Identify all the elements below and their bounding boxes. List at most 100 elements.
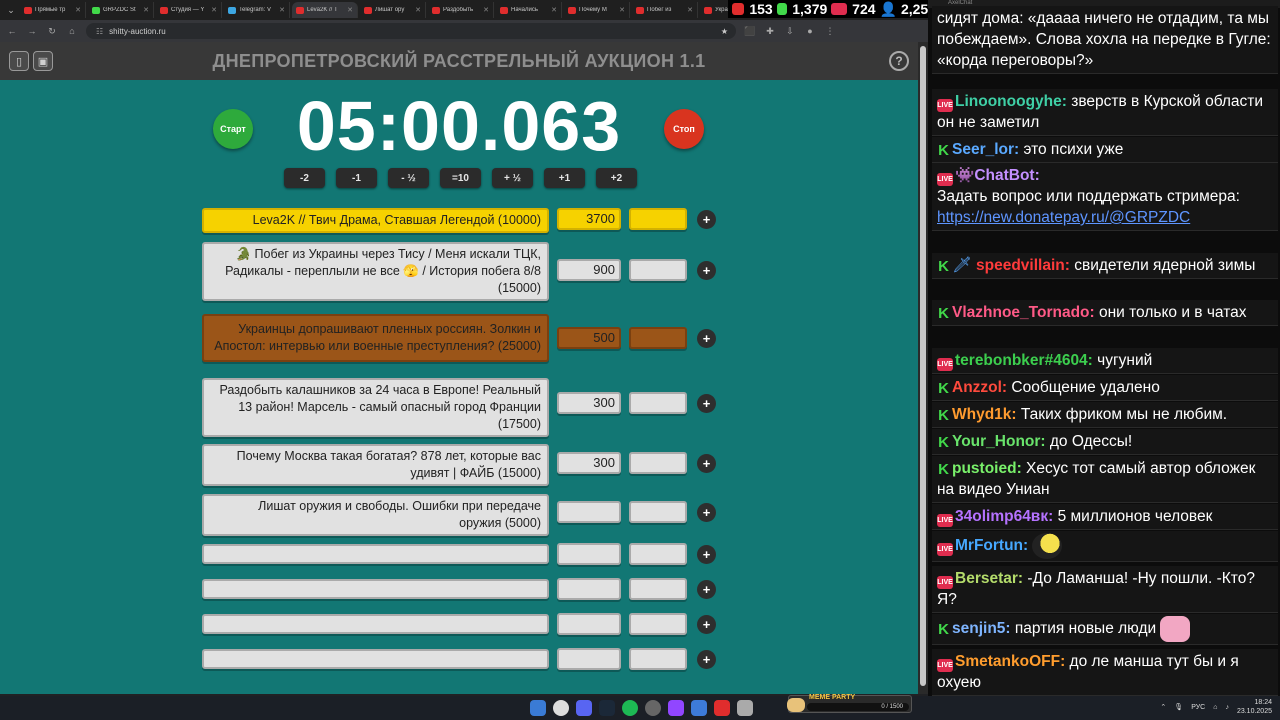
lot-add-amount-field[interactable]	[629, 392, 687, 414]
chat-username[interactable]: senjin5:	[952, 620, 1011, 637]
tab-close-icon[interactable]: ✕	[211, 6, 217, 14]
lot-name-field[interactable]: Почему Москва такая богатая? 878 лет, ко…	[202, 444, 549, 486]
timer-adjust-button[interactable]: - ½	[388, 168, 429, 188]
media-player-icon[interactable]	[691, 700, 707, 716]
lot-add-amount-field[interactable]	[629, 543, 687, 565]
chat-username[interactable]: ChatBot:	[974, 167, 1039, 184]
timer-adjust-button[interactable]: -2	[284, 168, 325, 188]
lot-name-field[interactable]: Раздобыть калашников за 24 часа в Европе…	[202, 378, 549, 437]
site-info-icon[interactable]: ☷	[96, 27, 103, 36]
help-icon[interactable]: ?	[889, 51, 909, 71]
chat-username[interactable]: Bersetar:	[955, 570, 1023, 587]
chat-username[interactable]: pustoied:	[952, 460, 1022, 477]
volume-icon[interactable]: ♪	[1225, 704, 1229, 711]
tab-close-icon[interactable]: ✕	[347, 6, 353, 14]
tab-close-icon[interactable]: ✕	[415, 6, 421, 14]
browser-tab[interactable]: Раздобыть ✕	[428, 2, 494, 18]
chat-username[interactable]: terebonbker#4604:	[955, 352, 1093, 369]
lot-add-button[interactable]: +	[697, 454, 716, 473]
explorer-icon[interactable]	[737, 700, 753, 716]
app-icon[interactable]	[668, 700, 684, 716]
forward-icon[interactable]: →	[26, 26, 38, 36]
lot-amount-field[interactable]: 500	[557, 327, 621, 349]
lot-name-field[interactable]: 🐊 Побег из Украины через Тису / Меня иск…	[202, 242, 549, 301]
home-icon[interactable]: ⌂	[66, 26, 78, 36]
tab-close-icon[interactable]: ✕	[619, 6, 625, 14]
chat-username[interactable]: Whyd1k:	[952, 406, 1017, 423]
lot-add-button[interactable]: +	[697, 545, 716, 564]
browser-tab[interactable]: Студия — Y ✕	[156, 2, 222, 18]
lot-add-button[interactable]: +	[697, 210, 716, 229]
chat-username[interactable]: SmetankoOFF:	[955, 653, 1065, 670]
network-icon[interactable]: ⌂	[1213, 704, 1217, 711]
browser-tab[interactable]: Почему М ✕	[564, 2, 630, 18]
browser-tab[interactable]: Побег из ✕	[632, 2, 698, 18]
lot-amount-field[interactable]	[557, 543, 621, 565]
donate-link[interactable]: https://new.donatepay.ru/@GRPZDC	[937, 209, 1190, 226]
lot-add-amount-field[interactable]	[629, 613, 687, 635]
chat-username[interactable]: MrFortun:	[955, 537, 1028, 554]
recorder-icon[interactable]	[714, 700, 730, 716]
lot-add-amount-field[interactable]	[629, 327, 687, 349]
lot-add-amount-field[interactable]	[629, 259, 687, 281]
lot-add-button[interactable]: +	[697, 394, 716, 413]
lot-name-field[interactable]	[202, 614, 549, 634]
chat-username[interactable]: Vlazhnoe_Tornado:	[952, 304, 1095, 321]
browser-tab[interactable]: Leva2K // Т ✕	[292, 2, 358, 18]
chat-username[interactable]: Linoonoogyhe:	[955, 93, 1067, 110]
chat-username[interactable]: Your_Honor:	[952, 433, 1046, 450]
lot-name-field[interactable]	[202, 579, 549, 599]
scrollbar-thumb[interactable]	[920, 46, 926, 686]
chrome-icon[interactable]	[553, 700, 569, 716]
language-indicator[interactable]: РУС	[1191, 704, 1205, 711]
browser-tab[interactable]: Начались ✕	[496, 2, 562, 18]
lot-add-amount-field[interactable]	[629, 501, 687, 523]
lot-add-button[interactable]: +	[697, 615, 716, 634]
back-icon[interactable]: ←	[6, 26, 18, 36]
start-button[interactable]: Старт	[213, 109, 253, 149]
lot-name-field[interactable]: Leva2K // Твич Драма, Ставшая Легендой (…	[202, 208, 549, 233]
spotify-icon[interactable]	[622, 700, 638, 716]
lot-amount-field[interactable]	[557, 648, 621, 670]
tab-close-icon[interactable]: ✕	[75, 6, 81, 14]
lot-add-amount-field[interactable]	[629, 648, 687, 670]
tab-close-icon[interactable]: ✕	[143, 6, 149, 14]
lot-name-field[interactable]: Лишат оружия и свободы. Ошибки при перед…	[202, 494, 549, 536]
lot-add-button[interactable]: +	[697, 503, 716, 522]
timer-adjust-button[interactable]: + ½	[492, 168, 533, 188]
tab-search-icon[interactable]: ⌄	[4, 3, 18, 17]
tab-close-icon[interactable]: ✕	[483, 6, 489, 14]
lot-add-amount-field[interactable]	[629, 578, 687, 600]
tab-close-icon[interactable]: ✕	[279, 6, 285, 14]
reload-icon[interactable]: ↻	[46, 26, 58, 37]
lot-amount-field[interactable]	[557, 613, 621, 635]
timer-adjust-button[interactable]: =10	[440, 168, 481, 188]
profile-icon[interactable]: ●	[804, 26, 816, 36]
lot-name-field[interactable]: Украинцы допрашивают пленных россиян. Зо…	[202, 314, 549, 362]
lot-amount-field[interactable]: 300	[557, 452, 621, 474]
menu-icon[interactable]: ⋮	[824, 26, 836, 37]
lot-add-button[interactable]: +	[697, 329, 716, 348]
lot-amount-field[interactable]	[557, 501, 621, 523]
steam-icon[interactable]	[599, 700, 615, 716]
url-field[interactable]: ☷ shitty-auction.ru ★	[86, 23, 736, 39]
lot-add-amount-field[interactable]	[629, 452, 687, 474]
chat-username[interactable]: Anzzol:	[952, 379, 1007, 396]
windows-start-icon[interactable]	[530, 700, 546, 716]
tray-chevron-icon[interactable]: ⌃	[1160, 703, 1166, 711]
stop-button[interactable]: Стоп	[664, 109, 704, 149]
downloads-icon[interactable]: ⇩	[784, 26, 796, 37]
browser-tab[interactable]: Лишат ору ✕	[360, 2, 426, 18]
timer-adjust-button[interactable]: +2	[596, 168, 637, 188]
timer-adjust-button[interactable]: -1	[336, 168, 377, 188]
lot-amount-field[interactable]: 900	[557, 259, 621, 281]
browser-tab[interactable]: Telegram: V ✕	[224, 2, 290, 18]
timer-adjust-button[interactable]: +1	[544, 168, 585, 188]
lot-amount-field[interactable]	[557, 578, 621, 600]
lot-amount-field[interactable]: 300	[557, 392, 621, 414]
tab-close-icon[interactable]: ✕	[551, 6, 557, 14]
lot-name-field[interactable]	[202, 544, 549, 564]
page-scrollbar[interactable]	[918, 42, 928, 694]
microphone-icon[interactable]: 🎙	[1174, 703, 1183, 711]
extensions-puzzle-icon[interactable]: ✚	[764, 26, 776, 37]
